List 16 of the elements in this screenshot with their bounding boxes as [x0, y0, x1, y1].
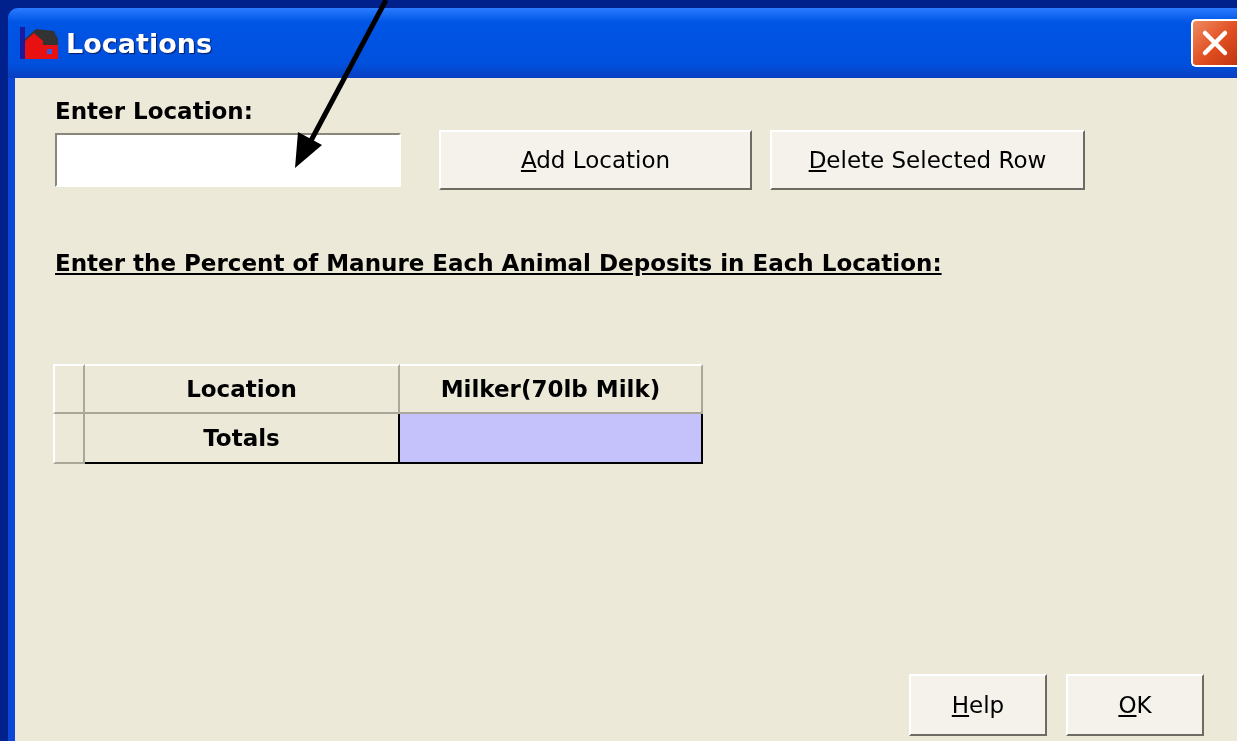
row-header-cell: [53, 414, 85, 464]
close-icon: [1200, 28, 1230, 58]
column-header: Location: [85, 364, 400, 414]
location-input-field[interactable]: [55, 133, 401, 187]
ok-button[interactable]: OK: [1066, 674, 1204, 736]
add-location-button[interactable]: Add Location: [439, 130, 752, 190]
row-header-cell: [53, 364, 85, 414]
barn-icon: [20, 25, 58, 61]
instruction-heading: Enter the Percent of Manure Each Animal Deposits in Each Location:: [55, 250, 943, 276]
column-header: Milker(70lb Milk): [400, 364, 703, 414]
window-title: Locations: [66, 27, 212, 59]
delete-row-button[interactable]: Delete Selected Row: [770, 130, 1085, 190]
help-button[interactable]: Help: [909, 674, 1047, 736]
field-label: Enter Location:: [55, 98, 254, 124]
close-button[interactable]: [1191, 19, 1237, 67]
totals-cell[interactable]: [400, 414, 703, 464]
